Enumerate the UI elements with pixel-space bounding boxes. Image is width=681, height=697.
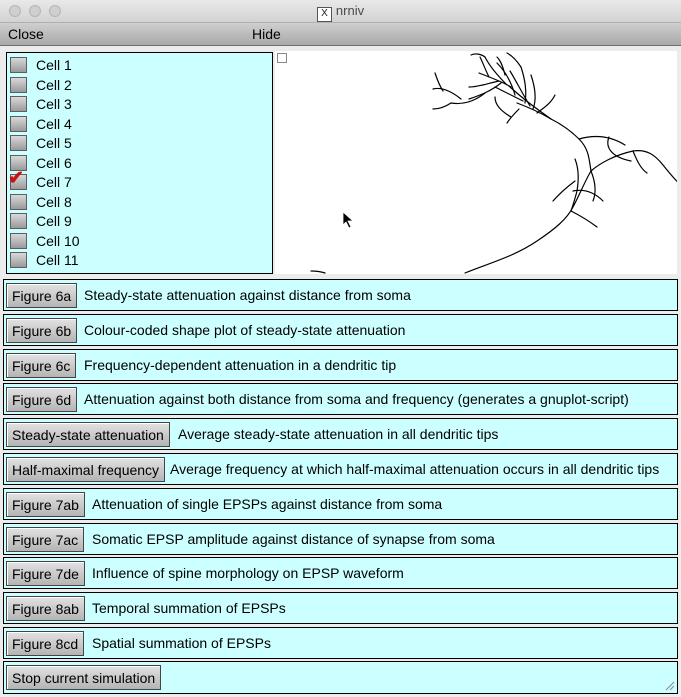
checkbox[interactable] — [10, 213, 27, 229]
window-title: Xnrniv — [0, 3, 681, 22]
checkbox[interactable] — [10, 96, 27, 112]
menu-bar: Close Hide — [0, 23, 681, 46]
figure-7ac-row: Figure 7ac Somatic EPSP amplitude agains… — [3, 523, 678, 555]
cell-label: Cell 8 — [36, 193, 72, 210]
figure-7ac-description: Somatic EPSP amplitude against distance … — [92, 531, 495, 547]
title-bar: Xnrniv — [0, 0, 681, 23]
figure-6b-row: Figure 6b Colour-coded shape plot of ste… — [3, 314, 678, 346]
steady-state-row: Steady-state attenuation Average steady-… — [3, 418, 678, 450]
figure-7de-row: Figure 7de Influence of spine morphology… — [3, 557, 678, 589]
cell-label: Cell 9 — [36, 213, 72, 229]
checkbox[interactable] — [10, 115, 27, 132]
figure-6a-row: Figure 6a Steady-state attenuation again… — [3, 279, 678, 311]
cell-item[interactable]: Cell 10 — [10, 232, 260, 251]
stop-row: Stop current simulation — [3, 661, 678, 694]
checkbox[interactable] — [10, 232, 27, 249]
figure-6b-description: Colour-coded shape plot of steady-state … — [84, 322, 406, 338]
figure-8ab-description: Temporal summation of EPSPs — [92, 600, 286, 616]
cell-item[interactable]: ✔ Cell 7 — [8, 169, 260, 192]
figure-6b-button[interactable]: Figure 6b — [6, 318, 78, 343]
shape-plot[interactable] — [275, 51, 677, 274]
figure-6d-description: Attenuation against both distance from s… — [84, 391, 629, 407]
close-menu[interactable]: Close — [8, 26, 44, 42]
cell-label: Cell 11 — [36, 252, 79, 268]
figure-6c-row: Figure 6c Frequency-dependent attenuatio… — [3, 349, 678, 381]
half-maximal-description: Average frequency at which half-maximal … — [170, 461, 660, 477]
mouse-pointer-icon — [342, 211, 355, 229]
cell-label: Cell 1 — [36, 57, 72, 73]
stop-simulation-button[interactable]: Stop current simulation — [6, 665, 162, 690]
cell-item[interactable]: Cell 1 — [10, 56, 260, 75]
cell-item[interactable]: Cell 2 — [10, 76, 260, 95]
checkbox[interactable] — [10, 252, 27, 268]
checkbox[interactable] — [10, 193, 27, 210]
cell-item[interactable]: Cell 4 — [10, 115, 260, 134]
cell-item[interactable]: Cell 11 — [10, 251, 260, 270]
figure-6c-button[interactable]: Figure 6c — [6, 353, 77, 378]
figure-6a-description: Steady-state attenuation against distanc… — [84, 287, 411, 303]
figure-6d-button[interactable]: Figure 6d — [6, 387, 78, 412]
figure-7ac-button[interactable]: Figure 7ac — [6, 527, 85, 552]
figure-7ab-description: Attenuation of single EPSPs against dist… — [92, 496, 443, 512]
cell-label: Cell 4 — [36, 115, 72, 132]
figure-6c-description: Frequency-dependent attenuation in a den… — [84, 357, 397, 373]
figure-7ab-row: Figure 7ab Attenuation of single EPSPs a… — [3, 488, 678, 520]
half-maximal-row: Half-maximal frequency Average frequency… — [3, 453, 678, 485]
steady-state-attenuation-button[interactable]: Steady-state attenuation — [6, 422, 170, 447]
hide-menu[interactable]: Hide — [252, 26, 281, 42]
checkmark-icon: ✔ — [8, 168, 24, 189]
cell-item[interactable]: Cell 9 — [10, 212, 260, 231]
checkbox[interactable] — [10, 135, 27, 151]
figure-8cd-button[interactable]: Figure 8cd — [6, 631, 85, 656]
neuron-morphology — [310, 52, 677, 274]
figure-7de-description: Influence of spine morphology on EPSP wa… — [92, 565, 404, 581]
cell-item[interactable]: Cell 3 — [10, 95, 260, 114]
x11-icon: X — [316, 7, 332, 22]
figure-8cd-row: Figure 8cd Spatial summation of EPSPs — [3, 627, 678, 659]
figure-6d-row: Figure 6d Attenuation against both dista… — [3, 383, 678, 415]
cell-label: Cell 6 — [36, 154, 72, 171]
checkbox[interactable] — [10, 57, 27, 73]
cell-label: Cell 3 — [36, 96, 72, 112]
cell-label: Cell 7 — [36, 174, 72, 190]
figure-7de-button[interactable]: Figure 7de — [6, 561, 85, 586]
half-maximal-frequency-button[interactable]: Half-maximal frequency — [6, 457, 166, 482]
cell-item[interactable]: Cell 6 — [10, 154, 260, 173]
figure-8ab-row: Figure 8ab Temporal summation of EPSPs — [3, 592, 678, 624]
figure-6a-button[interactable]: Figure 6a — [6, 283, 78, 308]
figure-7ab-button[interactable]: Figure 7ab — [6, 492, 85, 517]
cell-label: Cell 10 — [36, 232, 80, 249]
cell-item[interactable]: Cell 8 — [10, 193, 260, 212]
cell-label: Cell 2 — [36, 76, 72, 93]
cell-item[interactable]: Cell 5 — [10, 134, 260, 153]
window-title-text: nrniv — [335, 3, 365, 18]
resize-grip-icon[interactable] — [663, 679, 675, 691]
cell-label: Cell 5 — [36, 135, 72, 151]
figure-8cd-description: Spatial summation of EPSPs — [92, 635, 271, 651]
cell-list: Cell 1 Cell 2 Cell 3 Cell 4 Cell 5 Cell … — [6, 52, 273, 274]
checkbox[interactable] — [10, 76, 27, 93]
figure-8ab-button[interactable]: Figure 8ab — [6, 596, 85, 621]
steady-state-description: Average steady-state attenuation in all … — [178, 426, 499, 442]
